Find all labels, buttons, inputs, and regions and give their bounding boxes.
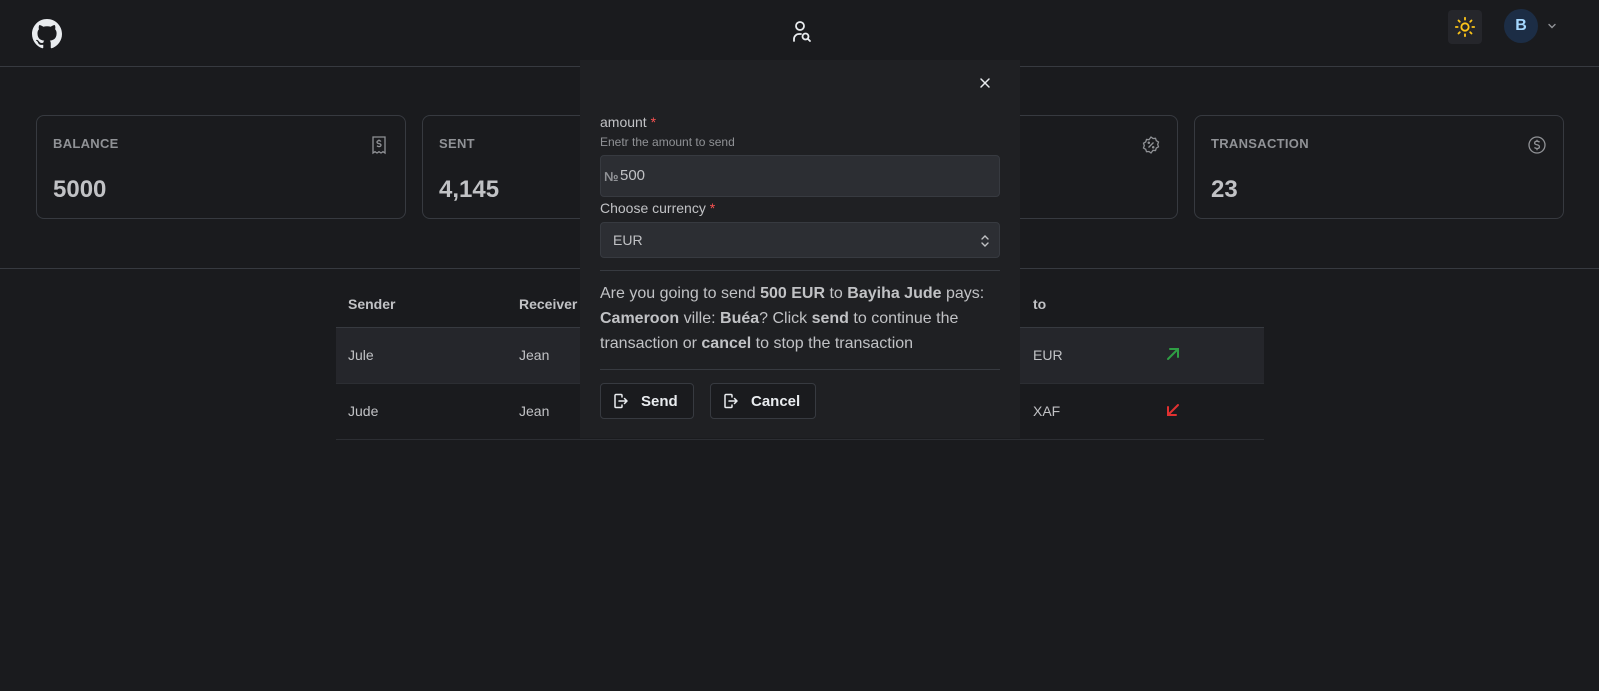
login-icon (724, 393, 738, 409)
stat-label: SENT (439, 136, 475, 151)
divider (600, 369, 1000, 370)
currency-label-text: Choose currency (600, 200, 706, 216)
confirm-send-word: send (811, 310, 849, 327)
amount-label-text: amount (600, 114, 647, 130)
close-icon[interactable] (977, 75, 993, 91)
arrow-down-left-icon (1167, 404, 1179, 416)
theme-toggle-button[interactable] (1448, 10, 1482, 44)
cell-to: XAF (1033, 403, 1061, 419)
required-mark: * (709, 200, 716, 216)
confirm-text: to stop the transaction (751, 335, 914, 352)
currency-label: Choose currency * (600, 200, 715, 216)
cell-receiver: Jean (519, 403, 550, 419)
confirm-country: Cameroon (600, 310, 680, 327)
sun-icon (1454, 16, 1476, 38)
stat-value: 23 (1211, 176, 1238, 203)
stat-label: BALANCE (53, 136, 119, 151)
chevron-down-icon[interactable] (1547, 21, 1557, 31)
cancel-label: Cancel (751, 392, 801, 410)
currency-value: EUR (613, 232, 643, 248)
confirm-text: Are you going to send (600, 285, 761, 302)
avatar[interactable]: B (1504, 9, 1538, 43)
amount-value: 500 (620, 167, 646, 184)
cell-to: EUR (1033, 347, 1063, 363)
header-receiver[interactable]: Receiver (519, 296, 577, 312)
send-money-modal: amount * Enetr the amount to send № 500 … (580, 60, 1020, 438)
amount-label: amount * (600, 114, 656, 130)
amount-description: Enetr the amount to send (600, 135, 735, 149)
header-sender[interactable]: Sender (348, 296, 395, 312)
stat-card-transaction: TRANSACTION 23 (1194, 115, 1564, 219)
confirm-text: to (825, 285, 848, 302)
coin-icon (1528, 136, 1546, 154)
stat-value: 4,145 (439, 176, 500, 203)
divider (600, 270, 1000, 271)
number-sign-icon: № (604, 169, 619, 184)
currency-select[interactable]: EUR (600, 222, 1000, 258)
cell-receiver: Jean (519, 347, 550, 363)
confirm-amount: 500 EUR (760, 285, 826, 302)
discount-icon (1142, 136, 1160, 154)
confirm-city: Buéa (720, 310, 760, 327)
cell-sender: Jule (348, 347, 374, 363)
receipt-icon (372, 136, 386, 155)
stat-card-balance: BALANCE 5000 (36, 115, 406, 219)
confirm-receiver: Bayiha Jude (847, 285, 942, 302)
github-icon[interactable] (32, 19, 62, 49)
selector-icon (981, 235, 989, 247)
confirm-text: ? Click (759, 310, 812, 327)
login-icon (614, 393, 628, 409)
cell-sender: Jude (348, 403, 379, 419)
amount-input[interactable]: № 500 (600, 155, 1000, 197)
confirm-cancel-word: cancel (701, 335, 752, 352)
arrow-up-right-icon (1167, 348, 1179, 360)
stat-label: TRANSACTION (1211, 136, 1309, 151)
confirmation-text: Are you going to send 500 EUR to Bayiha … (600, 281, 1000, 356)
confirm-text: ville: (679, 310, 721, 327)
send-button[interactable]: Send (600, 383, 694, 419)
user-search-icon[interactable] (790, 20, 812, 44)
stat-value: 5000 (53, 176, 107, 203)
required-mark: * (650, 114, 657, 130)
header-to[interactable]: to (1033, 296, 1046, 312)
confirm-text: pays: (941, 285, 985, 302)
cancel-button[interactable]: Cancel (710, 383, 816, 419)
app-header: B (0, 0, 1599, 67)
send-label: Send (641, 392, 678, 410)
